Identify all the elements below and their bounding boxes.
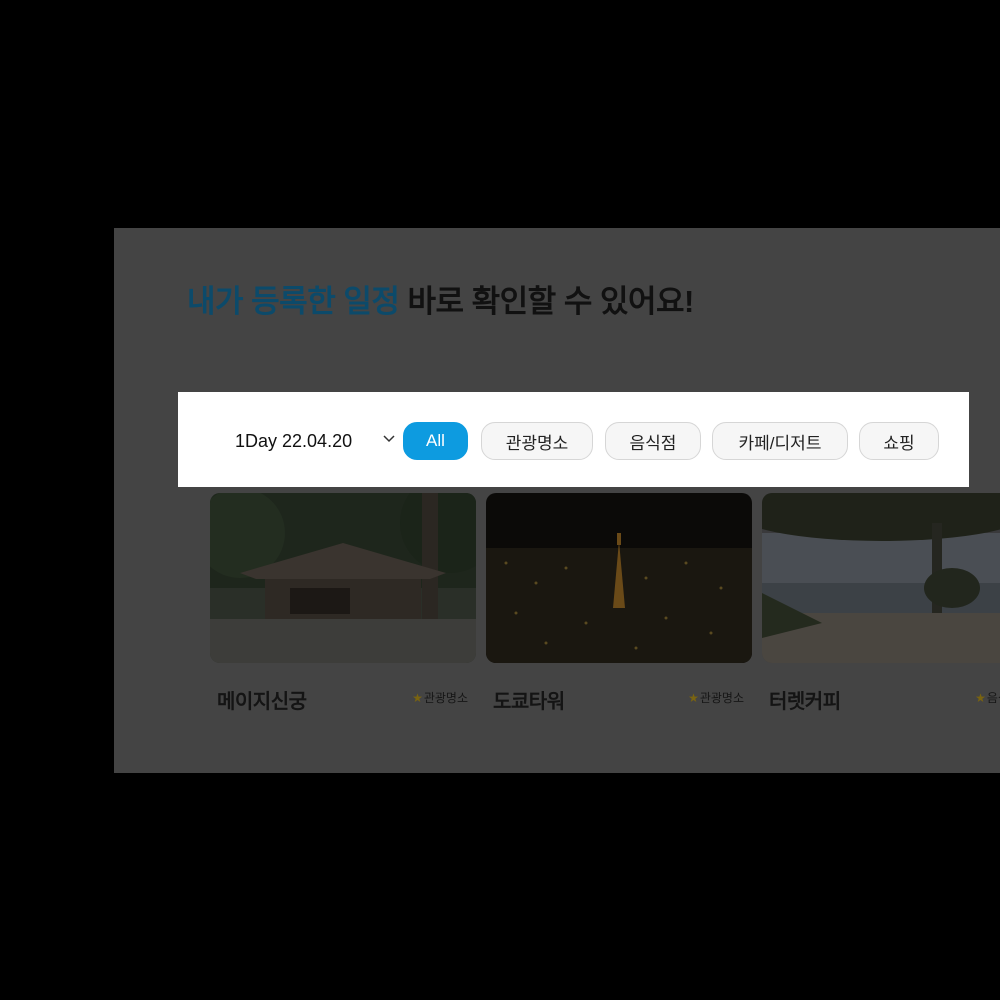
star-icon: ★ <box>688 691 699 705</box>
place-cards: 메이지신궁 ★관광명소 도쿄타워 ★관광명소 터렛커피 ★음 <box>210 493 1000 723</box>
headline-rest: 바로 확인할 수 있어요! <box>399 284 694 319</box>
place-name: 메이지신궁 <box>217 691 307 713</box>
place-photo-tower <box>486 493 752 663</box>
place-category: ★음식점 <box>975 689 1000 706</box>
headline-accent: 내가 등록한 일정 <box>187 284 400 319</box>
star-icon: ★ <box>975 691 986 705</box>
category-tab-restaurants[interactable]: 음식점 <box>605 422 701 460</box>
place-category: ★관광명소 <box>412 689 468 706</box>
place-photo-shrine <box>210 493 476 663</box>
place-category-label: 관광명소 <box>423 691 468 705</box>
dimmed-page-panel: 내가 등록한 일정 바로 확인할 수 있어요! 메이지신궁 ★관광명소 도쿄타워… <box>114 228 1000 773</box>
place-name: 터렛커피 <box>769 691 841 713</box>
category-tab-all[interactable]: All <box>403 422 468 460</box>
place-card[interactable]: 메이지신궁 ★관광명소 <box>210 493 476 713</box>
filter-bar: 1Day 22.04.20 All 관광명소 음식점 카페/디저트 쇼핑 <box>178 392 969 487</box>
category-tab-attractions[interactable]: 관광명소 <box>481 422 593 460</box>
category-tab-shopping[interactable]: 쇼핑 <box>859 422 939 460</box>
star-icon: ★ <box>412 691 423 705</box>
place-category-label: 관광명소 <box>699 691 744 705</box>
day-selector[interactable]: 1Day 22.04.20 <box>235 431 352 452</box>
place-card[interactable]: 터렛커피 ★음식점 <box>762 493 1000 713</box>
chevron-down-icon[interactable] <box>383 435 395 443</box>
place-category-label: 음식점 <box>986 691 1000 705</box>
place-photo-beach <box>762 493 1000 663</box>
place-card[interactable]: 도쿄타워 ★관광명소 <box>486 493 752 713</box>
category-tab-cafe-dessert[interactable]: 카페/디저트 <box>712 422 848 460</box>
place-category: ★관광명소 <box>688 689 744 706</box>
place-name: 도쿄타워 <box>493 691 565 713</box>
page-headline: 내가 등록한 일정 바로 확인할 수 있어요! <box>187 276 694 321</box>
